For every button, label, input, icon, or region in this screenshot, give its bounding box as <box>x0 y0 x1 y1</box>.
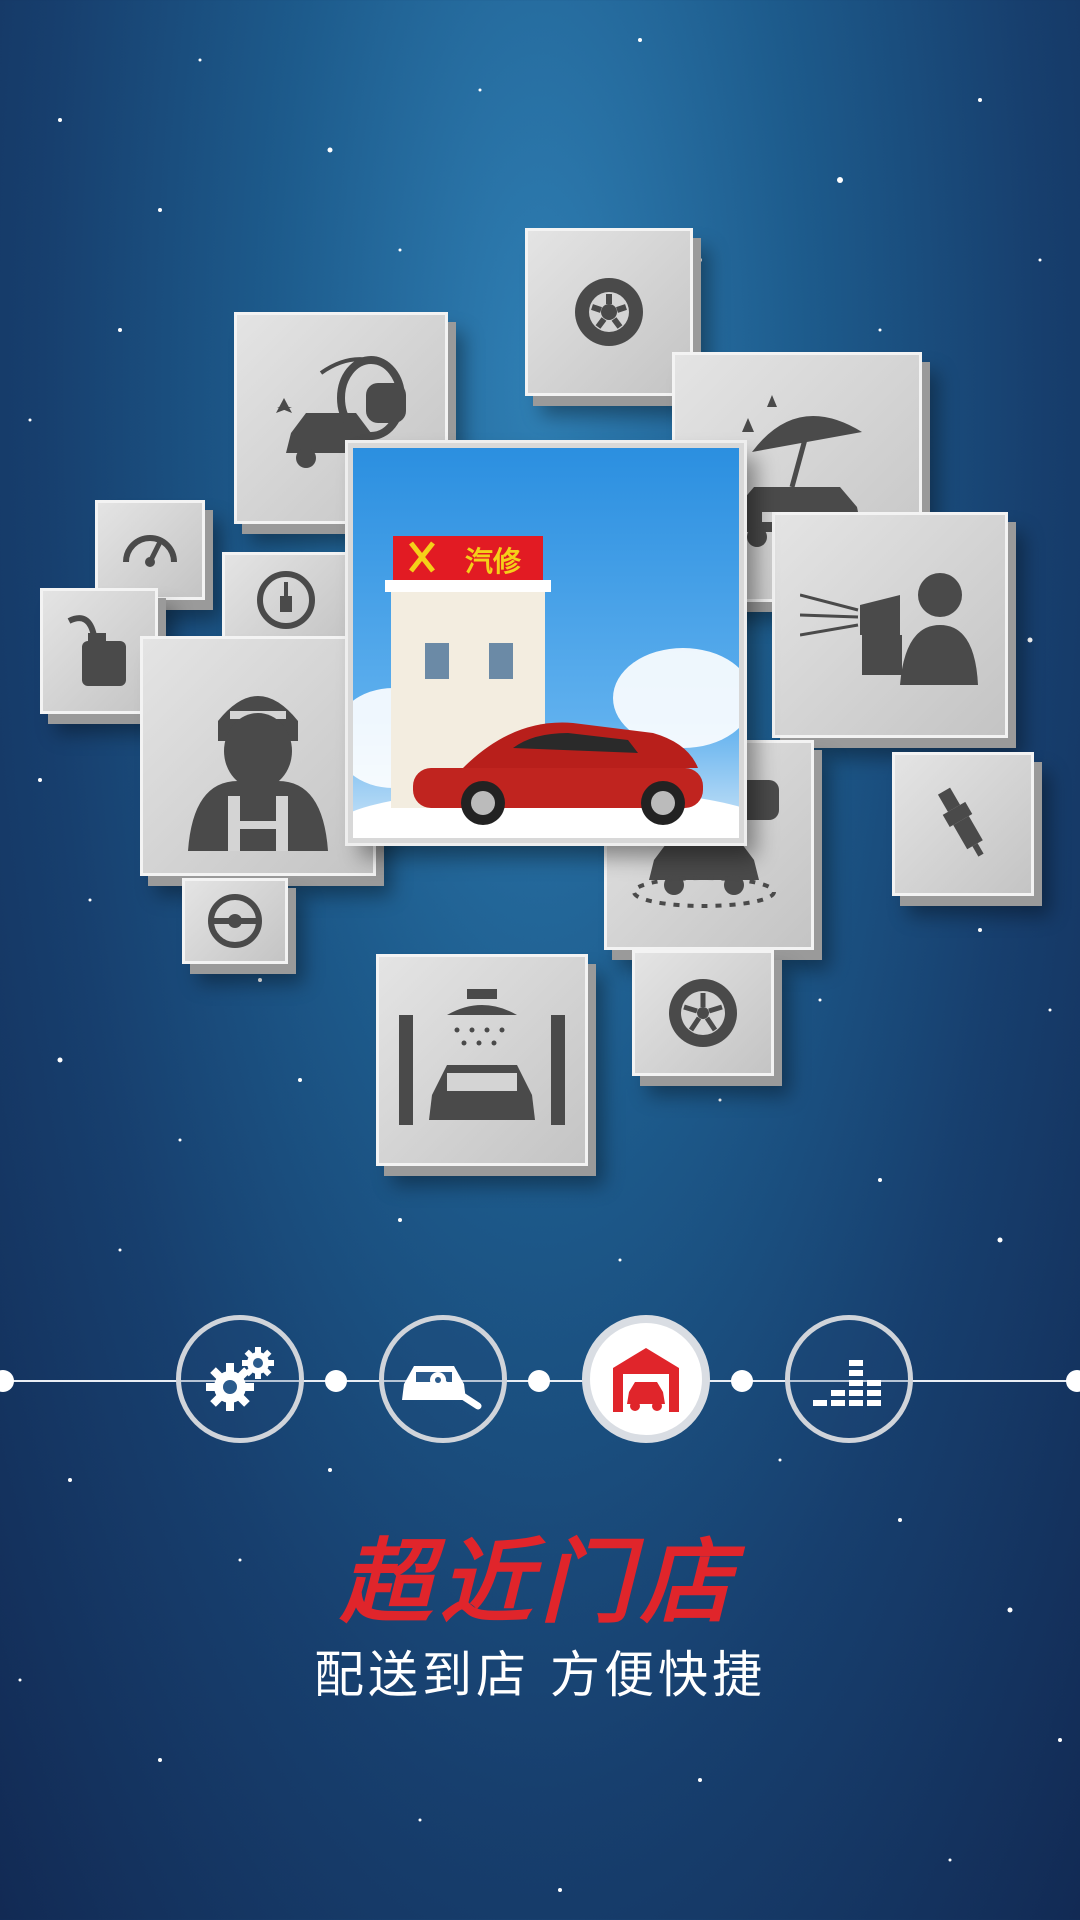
timeline-dot <box>731 1370 753 1392</box>
tile-steering-wheel <box>182 878 288 964</box>
page-subtitle: 配送到店 方便快捷 <box>314 1646 766 1704</box>
timeline-dot <box>528 1370 550 1392</box>
oil-can-icon <box>67 615 126 686</box>
tile-car-wash <box>376 954 588 1166</box>
tire-icon <box>575 278 643 346</box>
step-gears[interactable] <box>176 1315 304 1443</box>
speedometer-icon <box>123 535 177 567</box>
car-wash-icon <box>399 989 565 1125</box>
fuel-gauge-icon <box>257 571 315 629</box>
equalizer-icon <box>813 1360 881 1406</box>
shop-sign-text: 汽修 <box>465 545 522 578</box>
garage-car-icon <box>613 1348 679 1412</box>
step-nearby-store[interactable] <box>582 1315 710 1443</box>
car-wrench-icon <box>402 1366 482 1410</box>
tile-spray-painter <box>772 512 1008 738</box>
tile-spark-plug <box>892 752 1034 896</box>
tile-wheel-rim <box>632 950 774 1076</box>
tile-gauge-small <box>95 500 205 600</box>
hero-illustration <box>353 536 739 838</box>
step-car-repair[interactable] <box>379 1315 507 1443</box>
page-title: 超近门店 <box>339 1529 740 1636</box>
gears-icon <box>206 1347 274 1411</box>
hero-auto-repair-card: 汽修 <box>348 443 744 843</box>
tile-mechanic <box>140 636 376 876</box>
mechanic-icon <box>188 696 328 851</box>
step-equalizer[interactable] <box>785 1315 913 1443</box>
wheel-rim-icon <box>669 979 737 1047</box>
tile-fuel-gauge <box>222 552 350 648</box>
timeline-dot <box>1066 1370 1080 1392</box>
spray-painter-icon <box>800 573 978 685</box>
steering-wheel-icon <box>208 894 262 948</box>
tile-top-tire <box>525 228 693 396</box>
timeline-dot <box>325 1370 347 1392</box>
timeline-dot <box>0 1370 14 1392</box>
spark-plug-icon <box>937 787 984 857</box>
